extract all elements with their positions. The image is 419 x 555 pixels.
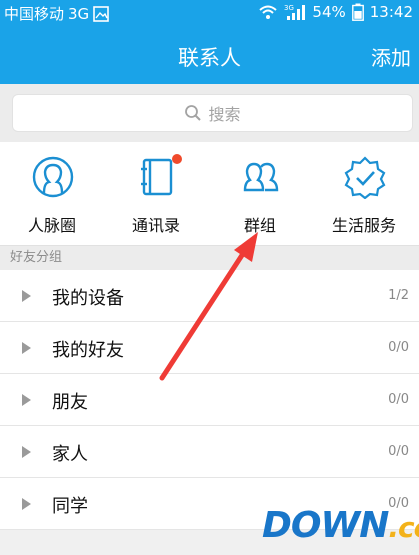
gallery-icon bbox=[93, 5, 109, 22]
group-list: 我的设备 1/2 我的好友 0/0 朋友 0/0 家人 0/0 同学 0/0 bbox=[0, 270, 419, 530]
wifi-icon bbox=[259, 5, 278, 19]
group-count: 1/2 bbox=[388, 288, 409, 303]
clock: 13:42 bbox=[369, 3, 413, 21]
status-left: 中国移动 3G bbox=[4, 3, 109, 24]
quick-item-group[interactable]: 群组 bbox=[208, 142, 312, 246]
group-name: 我的设备 bbox=[52, 288, 124, 309]
notification-badge bbox=[172, 154, 182, 164]
watermark-suffix: .cc bbox=[388, 511, 419, 544]
quick-label: 群组 bbox=[243, 216, 276, 235]
group-row-devices[interactable]: 我的设备 1/2 bbox=[0, 270, 419, 322]
group-name: 家人 bbox=[52, 444, 88, 465]
network-type: 3G bbox=[68, 4, 90, 23]
quick-item-life-service[interactable]: 生活服务 bbox=[312, 142, 416, 246]
battery-percent: 54% bbox=[312, 3, 346, 21]
quick-label: 生活服务 bbox=[331, 216, 396, 235]
svg-text:3G: 3G bbox=[284, 4, 294, 12]
quick-label: 人脉圈 bbox=[27, 216, 76, 235]
group-name: 同学 bbox=[52, 496, 88, 517]
signal-icon: 3G bbox=[284, 4, 306, 20]
group-icon bbox=[243, 162, 279, 192]
expand-arrow-icon bbox=[22, 342, 31, 354]
contact-circle-icon bbox=[32, 156, 74, 198]
expand-arrow-icon bbox=[22, 446, 31, 458]
search-input[interactable]: 搜索 bbox=[12, 94, 413, 132]
search-placeholder: 搜索 bbox=[208, 105, 241, 124]
watermark-logo: DOWN.cc bbox=[262, 505, 419, 553]
quick-label: 通讯录 bbox=[131, 216, 180, 235]
quick-item-contact-circle[interactable]: 人脉圈 bbox=[0, 142, 104, 246]
title-bar: 联系人 添加 bbox=[0, 26, 419, 84]
group-name: 朋友 bbox=[52, 392, 88, 413]
search-icon bbox=[185, 105, 202, 121]
expand-arrow-icon bbox=[22, 290, 31, 302]
group-row-family[interactable]: 家人 0/0 bbox=[0, 426, 419, 478]
section-header: 好友分组 bbox=[0, 246, 419, 270]
search-area: 搜索 bbox=[0, 84, 419, 142]
group-name: 我的好友 bbox=[52, 340, 124, 361]
group-row-friends[interactable]: 朋友 0/0 bbox=[0, 374, 419, 426]
group-row-my-friends[interactable]: 我的好友 0/0 bbox=[0, 322, 419, 374]
battery-icon bbox=[351, 3, 364, 21]
expand-arrow-icon bbox=[22, 498, 31, 510]
add-button[interactable]: 添加 bbox=[371, 42, 411, 71]
status-right: 3G 54% 13:42 bbox=[258, 3, 413, 21]
status-bar: 中国移动 3G 3G 54% 13:42 bbox=[0, 0, 419, 26]
group-count: 0/0 bbox=[388, 392, 409, 407]
group-count: 0/0 bbox=[388, 444, 409, 459]
page-title: 联系人 bbox=[178, 46, 241, 70]
expand-arrow-icon bbox=[22, 394, 31, 406]
group-count: 0/0 bbox=[388, 340, 409, 355]
quick-item-address-book[interactable]: 通讯录 bbox=[104, 142, 208, 246]
watermark-main: DOWN bbox=[262, 505, 389, 546]
carrier-name: 中国移动 bbox=[4, 5, 65, 23]
life-service-icon bbox=[344, 156, 386, 199]
quick-actions: 人脉圈 通讯录 群组 生活服务 bbox=[0, 142, 419, 246]
